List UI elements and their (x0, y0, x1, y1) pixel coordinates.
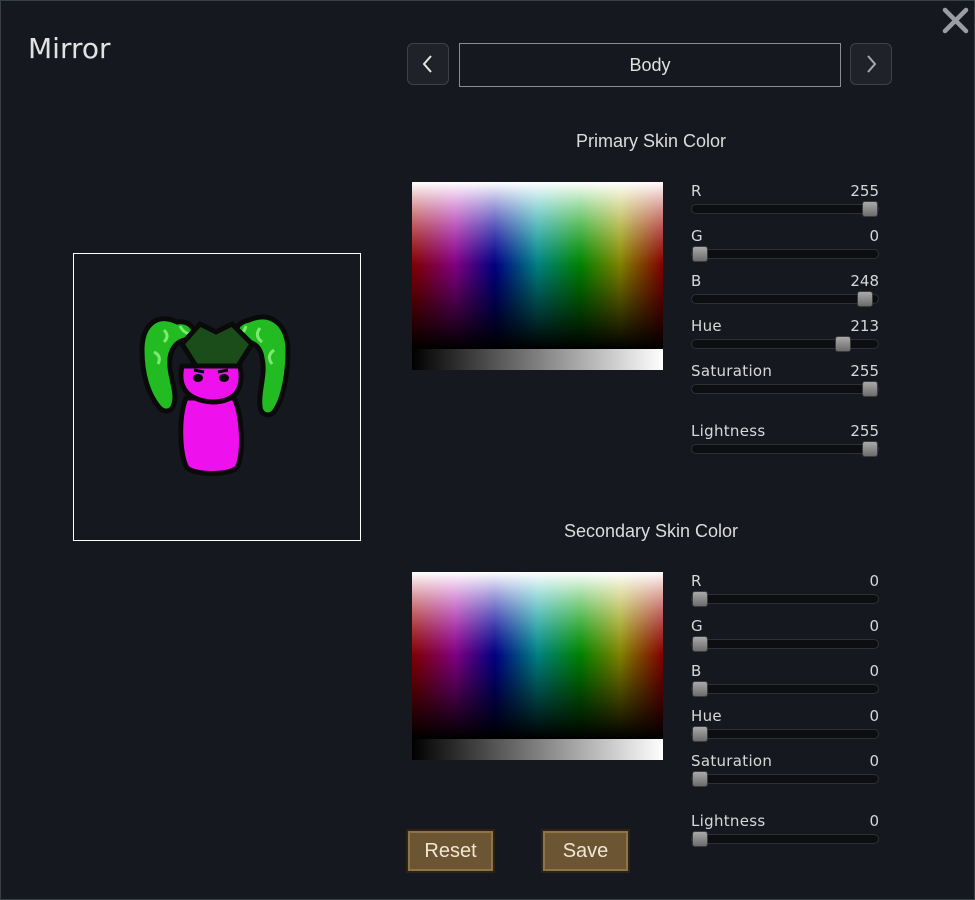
slider-thumb[interactable] (692, 246, 709, 262)
slider-track[interactable] (691, 441, 879, 457)
next-button[interactable] (850, 43, 892, 85)
selector-label: Body (629, 54, 671, 75)
slider-label: B (691, 272, 702, 290)
close-icon[interactable] (939, 5, 971, 37)
slider-value: 255 (850, 422, 879, 440)
slider-track[interactable] (691, 291, 879, 307)
primary-section-title: Primary Skin Color (575, 131, 727, 151)
chevron-right-icon (867, 55, 877, 73)
slider-track[interactable] (691, 771, 879, 787)
slider-value: 248 (850, 272, 879, 290)
slider-thumb[interactable] (692, 591, 709, 607)
slider-thumb[interactable] (861, 441, 878, 457)
slider-saturation: Saturation 255 (691, 362, 879, 402)
slider-hue: Hue 0 (691, 707, 879, 747)
reset-button[interactable]: Reset (406, 829, 495, 873)
secondary-section-title: Secondary Skin Color (563, 521, 739, 541)
slider-track[interactable] (691, 831, 879, 847)
slider-label: R (691, 182, 702, 200)
slider-r: R0 (691, 572, 879, 612)
slider-label: G (691, 227, 703, 245)
slider-b: B 248 (691, 272, 879, 312)
slider-track[interactable] (691, 636, 879, 652)
primary-grayscale-bar[interactable] (412, 349, 663, 370)
slider-label: Hue (691, 317, 722, 335)
slider-value: 0 (869, 617, 879, 635)
save-button[interactable]: Save (541, 829, 630, 873)
slider-value: 0 (869, 227, 879, 245)
slider-value: 255 (850, 182, 879, 200)
slider-track[interactable] (691, 336, 879, 352)
slider-thumb[interactable] (692, 771, 709, 787)
preview-frame (73, 253, 361, 541)
slider-g: G0 (691, 227, 879, 267)
slider-lightness: Lightness 0 (691, 812, 879, 852)
slider-value: 0 (869, 662, 879, 680)
slider-label: B (691, 662, 702, 680)
slider-track[interactable] (691, 726, 879, 742)
slider-label: G (691, 617, 703, 635)
slider-track[interactable] (691, 381, 879, 397)
slider-value: 213 (850, 317, 879, 335)
slider-label: Hue (691, 707, 722, 725)
slider-value: 0 (869, 707, 879, 725)
slider-hue: Hue 213 (691, 317, 879, 357)
slider-g: G0 (691, 617, 879, 657)
slider-thumb[interactable] (692, 726, 709, 742)
slider-saturation: Saturation 0 (691, 752, 879, 792)
secondary-spectrum[interactable] (412, 572, 663, 739)
secondary-color-picker (412, 572, 663, 760)
slider-thumb[interactable] (861, 201, 878, 217)
slider-value: 0 (869, 752, 879, 770)
slider-thumb[interactable] (692, 636, 709, 652)
slider-lightness: Lightness 255 (691, 422, 879, 462)
slider-thumb[interactable] (856, 291, 873, 307)
slider-value: 0 (869, 572, 879, 590)
primary-color-picker (412, 182, 663, 370)
slider-track[interactable] (691, 246, 879, 262)
slider-track[interactable] (691, 681, 879, 697)
slider-r: R 255 (691, 182, 879, 222)
slider-track[interactable] (691, 201, 879, 217)
chevron-left-icon (422, 55, 432, 73)
slider-label: Saturation (691, 362, 773, 380)
slider-b: B0 (691, 662, 879, 702)
slider-value: 0 (869, 812, 879, 830)
slider-value: 255 (850, 362, 879, 380)
slider-thumb[interactable] (692, 831, 709, 847)
prev-button[interactable] (407, 43, 449, 85)
slider-thumb[interactable] (861, 381, 878, 397)
primary-spectrum[interactable] (412, 182, 663, 349)
slider-label: Lightness (691, 422, 766, 440)
slider-label: Lightness (691, 812, 766, 830)
window-title: Mirror (28, 32, 111, 65)
slider-thumb[interactable] (692, 681, 709, 697)
slider-label: Saturation (691, 752, 773, 770)
secondary-grayscale-bar[interactable] (412, 739, 663, 760)
body-part-selector[interactable]: Body (459, 43, 841, 87)
slider-thumb[interactable] (834, 336, 851, 352)
creature-preview (139, 314, 291, 476)
slider-label: R (691, 572, 702, 590)
slider-track[interactable] (691, 591, 879, 607)
mirror-window: Mirror Body Primary Skin Color R 255 G 0… (0, 0, 975, 900)
